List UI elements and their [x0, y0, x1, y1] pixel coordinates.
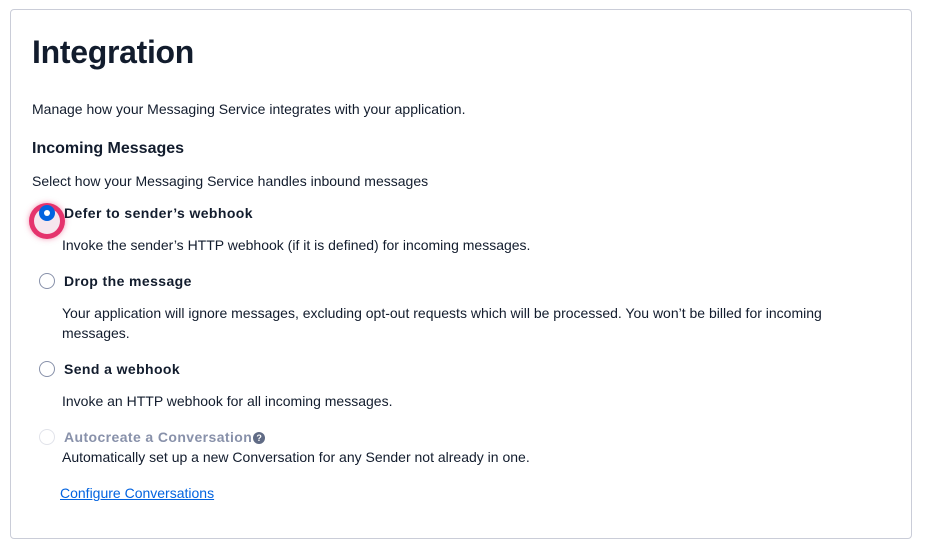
option-label-webhook[interactable]: Send a webhook	[64, 359, 180, 379]
radio-autocreate-conversation	[39, 429, 55, 445]
radio-drop-the-message[interactable]	[39, 273, 55, 289]
option-label-drop[interactable]: Drop the message	[64, 271, 192, 291]
incoming-messages-heading: Incoming Messages	[32, 140, 185, 157]
option-label-defer[interactable]: Defer to sender’s webhook	[64, 203, 253, 223]
option-help-autocreate: Automatically set up a new Conversation …	[62, 449, 530, 465]
option-label-autocreate: Autocreate a Conversation?	[64, 427, 266, 447]
radio-send-a-webhook[interactable]	[39, 361, 55, 377]
radio-defer-to-sender-webhook[interactable]	[39, 205, 55, 221]
option-label-autocreate-text: Autocreate a Conversation	[64, 429, 253, 445]
configure-conversations-link[interactable]: Configure Conversations	[60, 483, 214, 503]
integration-card: Integration Manage how your Messaging Se…	[10, 9, 912, 539]
page-description: Manage how your Messaging Service integr…	[32, 101, 466, 117]
page-title: Integration	[32, 34, 195, 70]
option-help-webhook: Invoke an HTTP webhook for all incoming …	[62, 393, 393, 409]
option-help-drop: Your application will ignore messages, e…	[62, 305, 822, 341]
option-help-defer: Invoke the sender’s HTTP webhook (if it …	[62, 237, 531, 253]
incoming-messages-help: Select how your Messaging Service handle…	[32, 173, 429, 189]
question-circle-icon[interactable]: ?	[253, 432, 266, 444]
